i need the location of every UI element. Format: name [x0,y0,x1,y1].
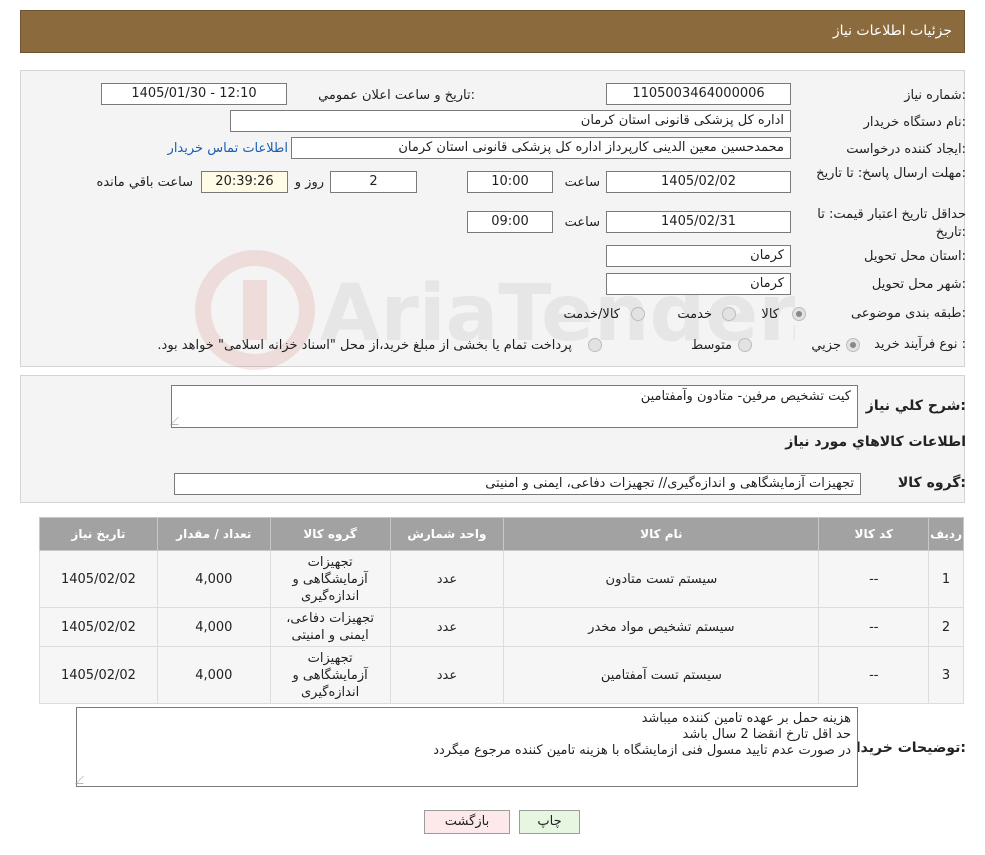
buyer-org-field: اداره کل پزشکی قانونی استان کرمان [230,110,791,132]
buyer-note-line: در صورت عدم تایید مسول فنی ازمایشگاه با … [433,743,851,758]
items-table: رديف کد کالا نام کالا واحد شمارش گروه کا… [39,517,964,704]
goods-group-field: تجهیزات آزمایشگاهی و اندازه‌گیری// تجهیز… [174,473,861,495]
page-header: جزئیات اطلاعات نیاز [20,10,965,53]
cell-row-number: 3 [928,646,964,704]
cell-date: 1405/02/02 [39,646,158,704]
summary-textarea[interactable]: کیت تشخیص مرفین- متادون وآمفتامین [170,385,858,428]
buyer-note-line: حد اقل تارخ انقضا 2 سال باشد [682,727,852,742]
deadline-date-field: 1405/02/02 [606,171,791,193]
col-header-unit: واحد شمارش [389,517,505,551]
process-note: پرداخت تمام یا بخشی از مبلغ خرید،از محل … [157,338,572,353]
print-button[interactable]: چاپ [519,810,580,834]
cell-unit: عدد [389,550,505,608]
creator-field: محمدحسین معین الدینی کارپرداز اداره کل پ… [291,137,791,159]
col-header-code: کد کالا [818,517,930,551]
process-radio-treasury[interactable] [588,338,602,352]
validity-time-field: 09:00 [467,211,553,233]
process-type-label: نوع فرآيند خريد : [874,337,966,352]
validity-date-field: 1405/02/31 [606,211,791,233]
col-header-date: تاريخ نياز [39,517,158,551]
need-number-field: 1105003464000006 [606,83,791,105]
summary-label: شرح کلي نياز: [865,398,966,414]
cell-date: 1405/02/02 [39,550,158,608]
buyer-notes-textarea[interactable]: هزینه حمل بر عهده تامین کننده میباشد حد … [75,707,858,787]
deadline-label: مهلت ارسال پاسخ: تا تاریخ: [816,166,966,181]
days-label: روز و [294,175,324,190]
goods-info-title: اطلاعات کالاهاي مورد نياز [785,434,966,450]
cell-name: سیستم تست متادون [503,550,820,608]
cell-name: سیستم تست آمفتامین [503,646,820,704]
validity-label: حداقل تاريخ اعتبار قيمت: تا تاريخ: [817,207,966,240]
cell-date: 1405/02/02 [39,607,158,647]
cell-name: سیستم تشخیص مواد مخدر [503,607,820,647]
col-header-name: نام کالا [503,517,820,551]
cell-row-number: 1 [928,550,964,608]
process-radio-small[interactable] [846,338,860,352]
process-option-small: جزيي [811,338,841,353]
city-field: کرمان [606,273,791,295]
cell-group: تجهیزات دفاعی، ایمنی و امنیتی [269,607,391,647]
cell-quantity: 4,000 [156,550,271,608]
resize-grip-icon[interactable] [75,776,91,784]
buyer-note-line: هزینه حمل بر عهده تامین کننده میباشد [641,711,851,726]
table-row: 1 -- سیستم تست متادون عدد تجهیزات آزمایش… [39,550,964,608]
cell-quantity: 4,000 [156,607,271,647]
summary-text: کیت تشخیص مرفین- متادون وآمفتامین [640,389,851,404]
category-option-goods: کالا [761,307,779,322]
announce-date-field: 1405/01/30 - 12:10 [101,83,287,105]
deadline-time-field: 10:00 [467,171,553,193]
cell-code: -- [818,607,930,647]
goods-group-label: گروه کالا: [897,475,966,491]
resize-grip-icon[interactable] [170,417,186,425]
table-header-row: رديف کد کالا نام کالا واحد شمارش گروه کا… [39,517,964,551]
category-option-goods-service: کالا/خدمت [563,307,620,322]
validity-time-label: ساعت [564,215,600,230]
page-title: جزئیات اطلاعات نیاز [832,23,952,39]
back-button[interactable]: بازگشت [424,810,510,834]
cell-group: تجهیزات آزمایشگاهی و اندازه‌گیری [269,646,391,704]
buyer-notes-label: توضیحات خریدار: [847,740,966,756]
province-label: استان محل تحويل: [864,249,966,264]
city-label: شهر محل تحويل: [871,277,966,292]
remaining-time-label: ساعت باقي مانده [96,175,193,190]
col-header-row-number: رديف [928,517,964,551]
days-remaining-field: 2 [330,171,417,193]
province-field: کرمان [606,245,791,267]
category-label: طبقه بندی موضوعی: [850,306,966,321]
cell-quantity: 4,000 [156,646,271,704]
table-row: 3 -- سیستم تست آمفتامین عدد تجهیزات آزما… [39,646,964,704]
category-radio-goods[interactable] [792,307,806,321]
cell-unit: عدد [389,646,505,704]
cell-code: -- [818,646,930,704]
process-option-medium: متوسط [691,338,732,353]
table-row: 2 -- سیستم تشخیص مواد مخدر عدد تجهیزات د… [39,607,964,647]
cell-unit: عدد [389,607,505,647]
process-radio-medium[interactable] [738,338,752,352]
col-header-quantity: تعداد / مقدار [156,517,271,551]
cell-group: تجهیزات آزمایشگاهی و اندازه‌گیری [269,550,391,608]
deadline-time-label: ساعت [564,175,600,190]
remaining-time-field: 20:39:26 [201,171,288,193]
cell-code: -- [818,550,930,608]
creator-label: ایجاد کننده درخواست: [846,142,966,157]
category-radio-goods-service[interactable] [631,307,645,321]
buyer-contact-link[interactable]: اطلاعات تماس خریدار [168,141,288,156]
cell-row-number: 2 [928,607,964,647]
category-option-service: خدمت [677,307,712,322]
announce-date-label: تاریخ و ساعت اعلان عمومي: [318,88,475,103]
need-number-label: شماره نیاز: [904,88,966,103]
col-header-group: گروه کالا [269,517,391,551]
buyer-org-label: نام دستگاه خريدار: [863,115,966,130]
category-radio-service[interactable] [722,307,736,321]
